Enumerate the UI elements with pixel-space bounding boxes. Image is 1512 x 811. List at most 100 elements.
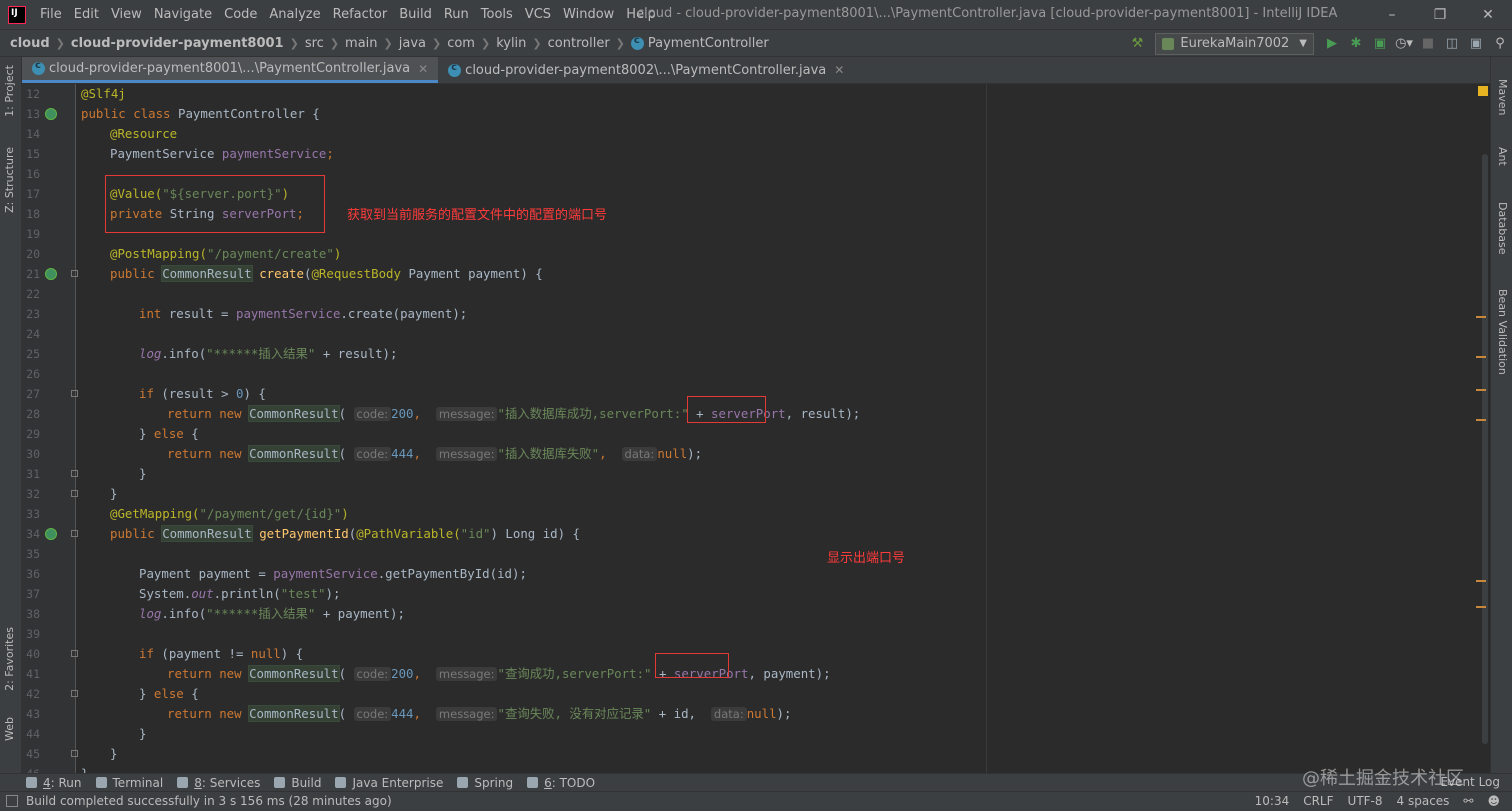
tab-payment8001-controller[interactable]: cloud-provider-payment8001\...\PaymentCo… <box>22 57 439 83</box>
menu-file[interactable]: File <box>34 7 68 22</box>
code-area[interactable]: @Slf4j public class PaymentController { … <box>77 84 1490 773</box>
tool-ant-label: Ant <box>1496 147 1509 166</box>
close-icon[interactable]: ✕ <box>418 62 428 76</box>
minimize-icon[interactable]: – <box>1368 0 1416 29</box>
java-class-icon <box>448 62 462 77</box>
web-endpoint-gutter-icon[interactable] <box>45 268 57 280</box>
close-icon[interactable]: ✕ <box>1464 0 1512 29</box>
menu-window[interactable]: Window <box>557 7 620 22</box>
breadcrumb-class[interactable]: PaymentController <box>648 36 769 51</box>
scroll-warning-marker[interactable] <box>1476 316 1486 318</box>
chevron-right-icon: ❯ <box>532 36 542 50</box>
web-endpoint-gutter-icon[interactable] <box>45 528 57 540</box>
file-encoding[interactable]: UTF-8 <box>1348 794 1383 808</box>
breadcrumb-java[interactable]: java <box>399 36 426 51</box>
tool-favorites[interactable]: 2: Favorites <box>3 627 16 691</box>
tool-maven[interactable]: Maven <box>1496 79 1509 115</box>
menu-edit[interactable]: Edit <box>68 7 105 22</box>
tool-spring[interactable]: Spring <box>457 776 513 790</box>
tool-web[interactable]: Web <box>3 717 16 741</box>
scroll-warning-marker[interactable] <box>1476 606 1486 608</box>
menu-code[interactable]: Code <box>218 7 263 22</box>
build-hammer-icon <box>274 777 286 788</box>
code-line: @PostMapping("/payment/create") <box>110 246 342 261</box>
inspector-icon[interactable]: ☻ <box>1487 794 1500 808</box>
scroll-warning-marker[interactable] <box>1476 419 1486 421</box>
lock-icon[interactable]: ⚯ <box>1463 794 1473 808</box>
line-number: 38 <box>26 607 40 621</box>
tool-project[interactable]: 1: Project <box>3 65 16 117</box>
build-hammer-icon[interactable]: ⚒ <box>1125 32 1149 56</box>
tab-payment8002-controller[interactable]: cloud-provider-payment8002\...\PaymentCo… <box>438 57 854 83</box>
search-icon[interactable]: ⚲ <box>1488 32 1512 56</box>
code-editor[interactable]: 12 13 14 15 16 17 18 19 20 21 22 23 24 2… <box>22 84 1490 773</box>
menu-view[interactable]: View <box>105 7 148 22</box>
tool-java-enterprise[interactable]: Java Enterprise <box>335 776 443 790</box>
tool-ant[interactable]: Ant <box>1496 147 1509 166</box>
highlight-box-value-annotation <box>105 175 325 233</box>
menu-tools[interactable]: Tools <box>475 7 519 22</box>
tool-bean-validation[interactable]: Bean Validation <box>1496 289 1509 375</box>
stop-icon[interactable]: ■ <box>1416 32 1440 56</box>
run-configuration-select[interactable]: EurekaMain7002 ▼ <box>1155 32 1314 55</box>
breadcrumb-project[interactable]: cloud <box>10 36 50 51</box>
tool-build[interactable]: Build <box>274 776 321 790</box>
breadcrumb-main[interactable]: main <box>345 36 377 51</box>
menu-run[interactable]: Run <box>438 7 475 22</box>
line-number: 39 <box>26 627 40 641</box>
scroll-warning-marker[interactable] <box>1476 356 1486 358</box>
line-number: 35 <box>26 547 40 561</box>
indent-setting[interactable]: 4 spaces <box>1397 794 1450 808</box>
tool-structure[interactable]: Z: Structure <box>3 147 16 213</box>
tool-database[interactable]: Database <box>1496 202 1509 255</box>
tool-run-label: : Run <box>50 775 82 790</box>
tool-windows-toggle-icon[interactable] <box>6 795 18 807</box>
window-title: cloud - cloud-provider-payment8001\...\P… <box>637 6 1338 21</box>
breadcrumb-kylin[interactable]: kylin <box>496 36 526 51</box>
editor-gutter[interactable]: 12 13 14 15 16 17 18 19 20 21 22 23 24 2… <box>22 84 78 773</box>
terminal-window-icon[interactable]: ▣ <box>1464 32 1488 56</box>
chevron-down-icon: ▼ <box>1299 38 1307 49</box>
code-line: if (payment != null) { <box>139 646 304 661</box>
menu-vcs[interactable]: VCS <box>519 7 557 22</box>
tool-bean-validation-label: Bean Validation <box>1496 289 1509 375</box>
project-structure-icon[interactable]: ◫ <box>1440 32 1464 56</box>
restore-icon[interactable]: ❐ <box>1416 0 1464 29</box>
breadcrumb-controller[interactable]: controller <box>548 36 610 51</box>
tool-todo[interactable]: 6: TODO <box>527 776 595 790</box>
highlight-box-serverport-get <box>655 653 729 678</box>
scroll-warning-marker[interactable] <box>1476 580 1486 582</box>
menu-analyze[interactable]: Analyze <box>263 7 326 22</box>
breadcrumb-src[interactable]: src <box>305 36 324 51</box>
menu-build[interactable]: Build <box>393 7 438 22</box>
breadcrumb-com[interactable]: com <box>447 36 475 51</box>
run-icon[interactable]: ▶ <box>1320 32 1344 56</box>
warning-indicator-icon[interactable] <box>1478 86 1488 96</box>
tool-services-label: : Services <box>201 775 261 790</box>
tool-services[interactable]: 8: Services <box>177 776 260 790</box>
breadcrumb-module[interactable]: cloud-provider-payment8001 <box>71 36 284 51</box>
line-separator[interactable]: CRLF <box>1303 794 1333 808</box>
coverage-icon[interactable]: ▣ <box>1368 32 1392 56</box>
debug-icon[interactable]: ✱ <box>1344 32 1368 56</box>
scroll-warning-marker[interactable] <box>1476 389 1486 391</box>
run-icon <box>26 777 37 788</box>
tool-build-label: Build <box>291 775 322 790</box>
tool-terminal-label: Terminal <box>112 775 164 790</box>
status-message[interactable]: Build completed successfully in 3 s 156 … <box>6 794 392 808</box>
menu-refactor[interactable]: Refactor <box>327 7 394 22</box>
close-icon[interactable]: ✕ <box>834 63 844 77</box>
line-number: 20 <box>26 247 40 261</box>
menu-navigate[interactable]: Navigate <box>148 7 218 22</box>
tool-run[interactable]: 4: Run <box>26 776 82 790</box>
code-line: } <box>110 486 118 501</box>
tool-terminal[interactable]: Terminal <box>95 775 164 790</box>
spring-bean-gutter-icon[interactable] <box>45 108 57 120</box>
profile-icon[interactable]: ◷▾ <box>1392 32 1416 56</box>
editor-tabs: cloud-provider-payment8001\...\PaymentCo… <box>22 57 1490 84</box>
line-number: 44 <box>26 727 40 741</box>
caret-position[interactable]: 10:34 <box>1255 794 1290 808</box>
line-number: 25 <box>26 347 40 361</box>
vertical-scrollbar[interactable] <box>1482 154 1488 744</box>
line-number: 31 <box>26 467 40 481</box>
